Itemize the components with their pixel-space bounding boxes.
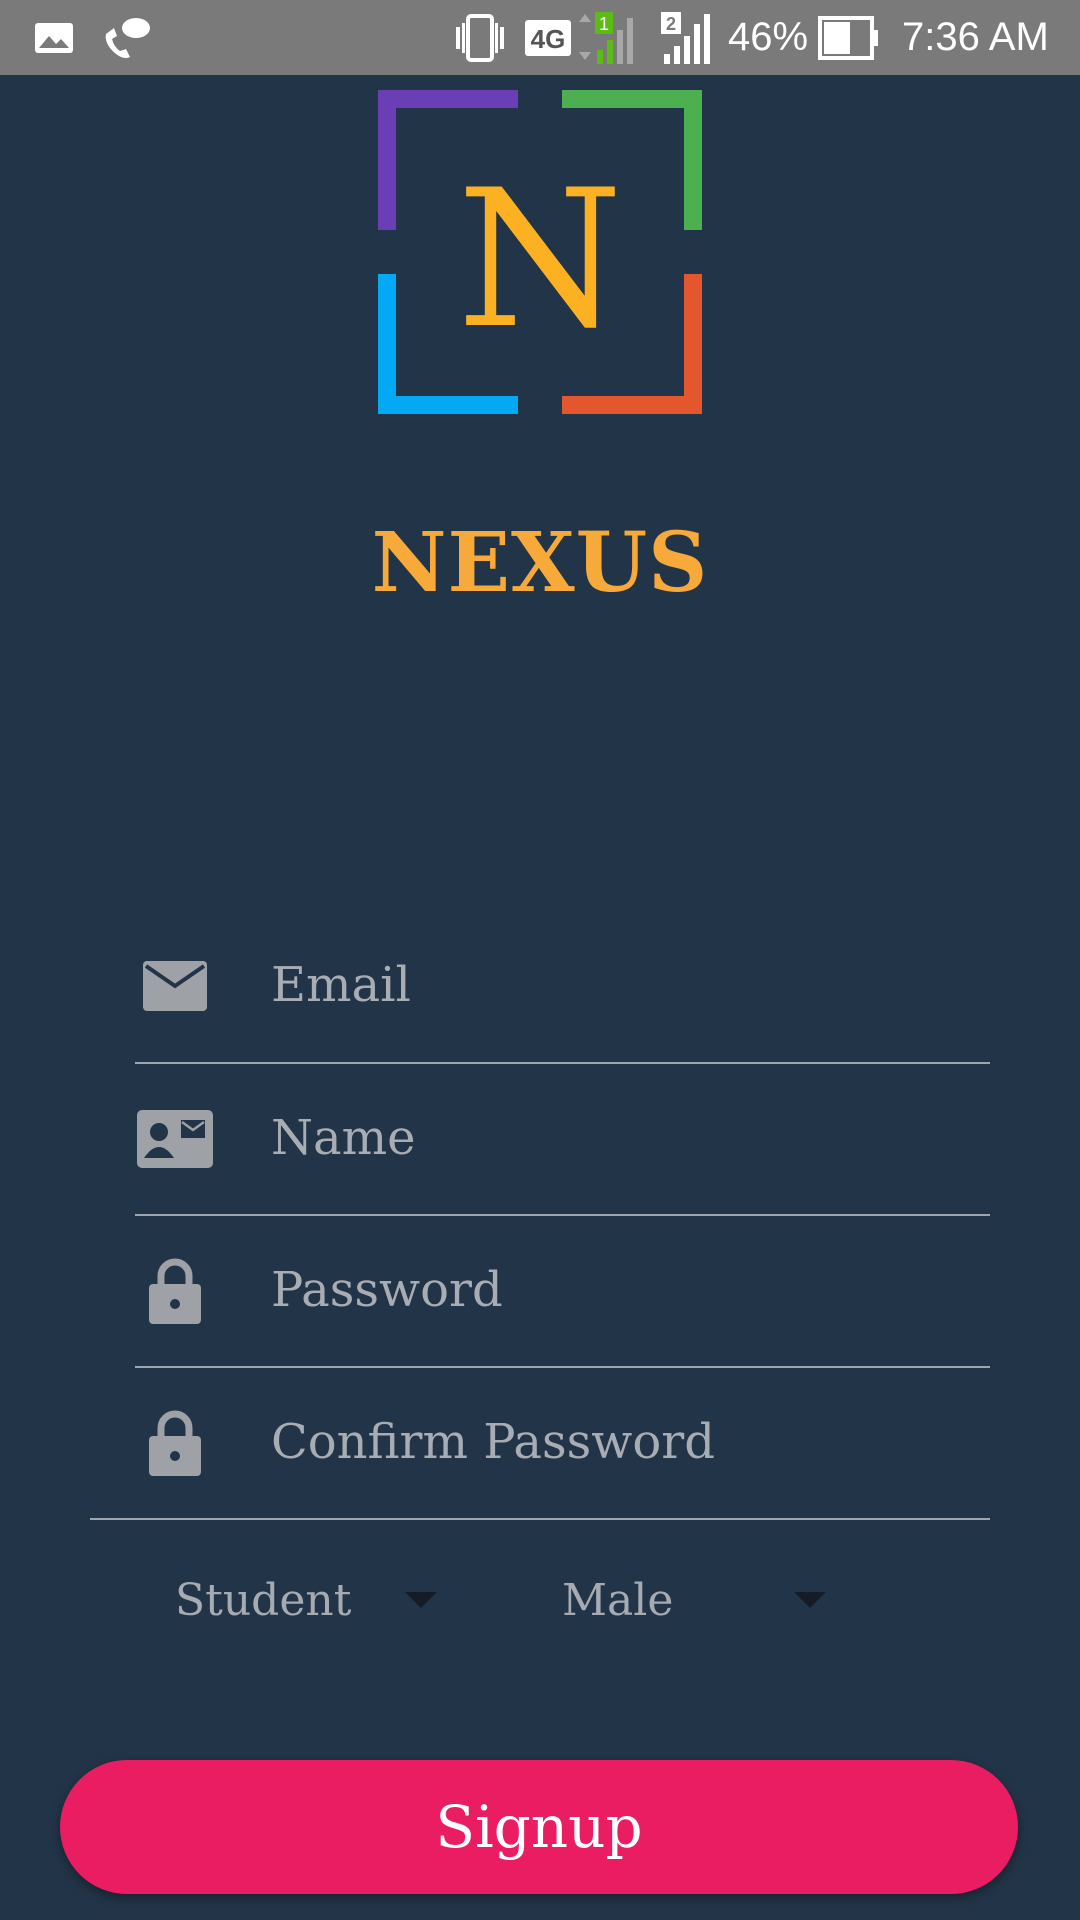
gallery-icon	[34, 0, 74, 75]
signal-sim2-icon: 2	[660, 0, 716, 75]
email-input[interactable]	[271, 940, 971, 1030]
vibrate-icon	[452, 0, 508, 75]
sim1-label: 1	[599, 14, 609, 34]
contact-card-icon	[135, 1063, 215, 1215]
email-icon	[135, 910, 215, 1062]
call-chat-icon	[100, 0, 152, 75]
battery-icon	[818, 0, 880, 75]
role-dropdown[interactable]: Student	[175, 1560, 445, 1640]
password-field-row	[135, 1215, 990, 1367]
logo-letter: N	[457, 149, 623, 370]
email-field-row	[135, 910, 990, 1062]
app-title: NEXUS	[371, 515, 709, 611]
gender-dropdown[interactable]: Male	[562, 1560, 842, 1640]
role-selected-value: Student	[175, 1574, 352, 1626]
chevron-down-icon	[405, 1592, 437, 1608]
confirm-password-underline	[90, 1518, 990, 1520]
status-bar: 4G 1 2 46% 7:36 AM	[0, 0, 1080, 75]
sim2-label: 2	[666, 14, 676, 34]
signal-sim1-icon: 1	[575, 0, 653, 75]
network-4g-label: 4G	[531, 24, 566, 54]
app-logo: N	[378, 90, 702, 414]
name-input[interactable]	[271, 1093, 971, 1183]
confirm-password-input[interactable]	[271, 1397, 971, 1487]
signup-button[interactable]: Signup	[60, 1760, 1018, 1894]
confirm-password-field-row	[135, 1367, 990, 1519]
password-input[interactable]	[271, 1245, 971, 1335]
lock-icon	[135, 1215, 215, 1367]
name-field-row	[135, 1063, 990, 1215]
chevron-down-icon	[794, 1592, 826, 1608]
lock-icon	[135, 1367, 215, 1519]
network-4g-icon: 4G	[524, 0, 572, 75]
gender-selected-value: Male	[562, 1574, 674, 1626]
battery-percent: 46%	[728, 15, 809, 59]
clock: 7:36 AM	[902, 15, 1049, 59]
